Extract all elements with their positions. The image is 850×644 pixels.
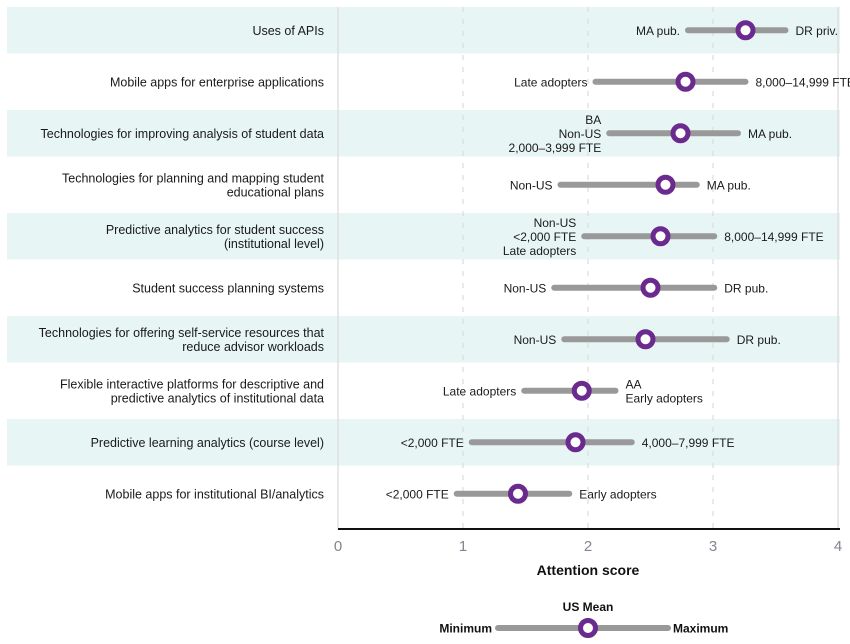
category-label: Predictive analytics for student success [106,223,324,237]
max-label: 4,000–7,999 FTE [642,436,735,450]
min-label: 2,000–3,999 FTE [509,141,602,155]
max-label: MA pub. [748,127,792,141]
min-label: <2,000 FTE [386,487,449,501]
x-tick-label: 0 [334,538,342,555]
min-label: Late adopters [503,244,576,258]
dot-range-chart: Uses of APIs MA pub. DR priv. Mobile apps f… [7,7,850,638]
category-label: Uses of APIs [252,24,324,38]
min-label: Non-US [534,216,577,230]
x-tick-label: 1 [459,538,467,555]
min-label: Non-US [510,178,553,192]
max-label: Early adopters [579,487,656,501]
x-tick-label: 2 [584,538,592,555]
category-label: educational plans [227,185,324,199]
category-label: (institutional level) [224,237,324,251]
max-label: Early adopters [626,391,703,405]
max-label: 8,000–14,999 FTE [724,230,823,244]
min-label: MA pub. [636,24,680,38]
mean-marker [635,329,656,350]
min-label: <2,000 FTE [401,436,464,450]
min-label: BA [585,113,601,127]
min-label: <2,000 FTE [513,230,576,244]
max-label: MA pub. [707,178,751,192]
min-label: Non-US [514,333,557,347]
category-label: Mobile apps for institutional BI/analyti… [105,487,324,501]
category-label: Technologies for improving analysis of s… [41,127,325,141]
x-tick-label: 3 [709,538,717,555]
legend-mean-marker [578,618,598,638]
mean-marker [650,226,671,247]
category-label: predictive analytics of institutional da… [111,391,324,405]
mean-marker [565,432,586,453]
mean-marker [571,380,592,401]
mean-marker [640,277,661,298]
max-label: DR pub. [737,333,781,347]
legend: US Mean Minimum Maximum [439,600,728,638]
x-axis-title: Attention score [537,562,640,578]
mean-marker [735,20,756,41]
x-tick-label: 4 [834,538,842,555]
category-label: Flexible interactive platforms for descr… [60,377,324,391]
min-label: Non-US [559,127,602,141]
chart-row: Flexible interactive platforms for descr… [60,377,703,405]
mean-marker [508,483,528,504]
x-axis: 0 1 2 3 4 [334,528,842,555]
max-label: AA [626,377,642,391]
category-label: reduce advisor workloads [182,340,324,354]
chart-row: Mobile apps for enterprise applications L… [110,71,850,92]
chart-row: Mobile apps for institutional BI/analyti… [105,483,657,504]
mean-marker [670,123,691,144]
min-label: Late adopters [514,75,587,89]
legend-max-label: Maximum [673,622,728,636]
category-label: Student success planning systems [132,281,324,295]
min-label: Non-US [504,281,547,295]
mean-marker [675,71,696,92]
mean-marker [655,174,676,195]
max-label: DR pub. [724,281,768,295]
category-label: Predictive learning analytics (course le… [91,436,324,450]
chart-row: Technologies for planning and mapping st… [62,171,751,199]
min-label: Late adopters [443,384,516,398]
legend-min-label: Minimum [439,622,492,636]
category-label: Mobile apps for enterprise applications [110,75,324,89]
chart-row: Student success planning systems Non-US DR… [132,277,768,298]
legend-mean-label: US Mean [563,600,614,614]
category-label: Technologies for planning and mapping st… [62,171,325,185]
category-label: Technologies for offering self-service r… [39,326,325,340]
max-label: DR priv. [796,24,838,38]
max-label: 8,000–14,999 FTE [756,75,850,89]
